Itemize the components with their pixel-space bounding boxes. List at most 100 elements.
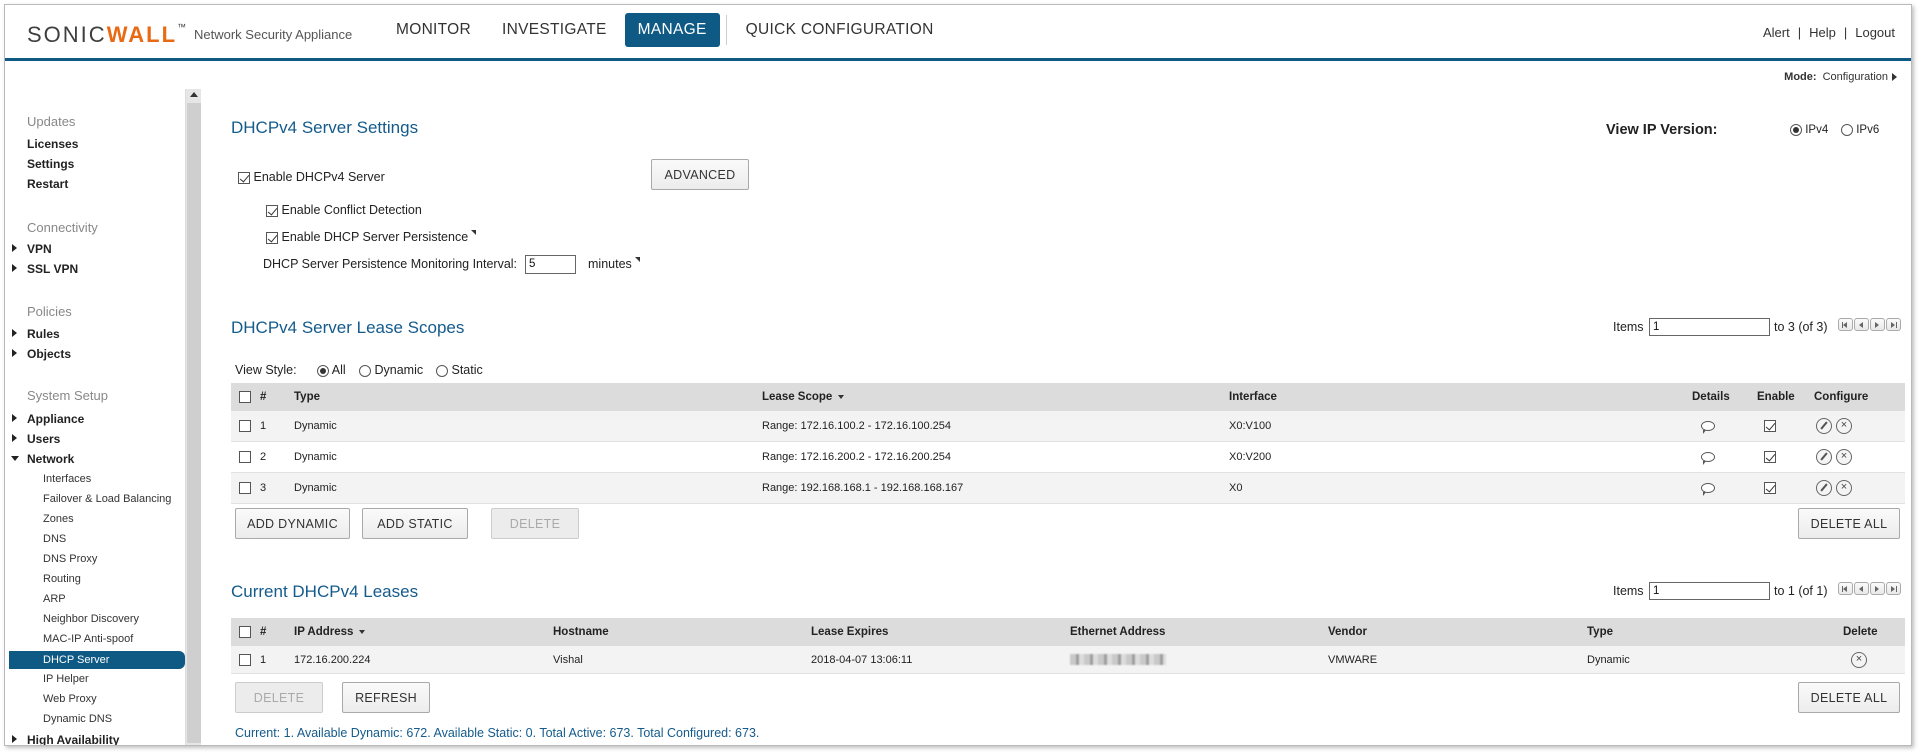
- col-vendor[interactable]: Vendor: [1328, 618, 1367, 646]
- enable-dhcpv4-checkbox[interactable]: [238, 171, 250, 184]
- advanced-button[interactable]: ADVANCED: [651, 159, 749, 190]
- persistence-interval-input[interactable]: 5: [525, 255, 576, 274]
- enable-checkbox[interactable]: [1764, 482, 1776, 494]
- expand-icon[interactable]: [12, 244, 17, 252]
- sidebar-scrollbar[interactable]: [185, 89, 201, 745]
- sidebar-item-licenses[interactable]: Licenses: [27, 137, 78, 151]
- col-type[interactable]: Type: [1587, 618, 1613, 646]
- edit-icon[interactable]: [1816, 480, 1832, 496]
- next-page-icon[interactable]: [1870, 582, 1885, 595]
- expand-icon[interactable]: [12, 735, 17, 743]
- comment-icon[interactable]: [1701, 483, 1715, 496]
- sidebar-item-high-availability[interactable]: High Availability: [27, 733, 119, 745]
- sidebar-sub-neighbor-discovery[interactable]: Neighbor Discovery: [43, 613, 139, 625]
- prev-page-icon[interactable]: [1854, 582, 1869, 595]
- sidebar-item-rules[interactable]: Rules: [27, 327, 60, 341]
- scroll-up-icon[interactable]: [190, 92, 198, 97]
- col-lease-scope[interactable]: Lease Scope: [762, 383, 845, 411]
- sidebar-sub-ip-helper[interactable]: IP Helper: [43, 673, 89, 685]
- table-row[interactable]: 1 172.16.200.224 Vishal 2018-04-07 13:06…: [231, 646, 1905, 674]
- row-checkbox[interactable]: [239, 482, 251, 494]
- select-all-checkbox[interactable]: [239, 626, 251, 638]
- radio-dynamic[interactable]: [359, 364, 371, 377]
- sidebar-item-ssl-vpn[interactable]: SSL VPN: [27, 262, 78, 276]
- radio-all[interactable]: [317, 364, 329, 377]
- row-checkbox[interactable]: [239, 653, 251, 666]
- logout-link[interactable]: Logout: [1855, 25, 1895, 40]
- view-style-static[interactable]: Static: [436, 363, 483, 377]
- view-style-all[interactable]: All: [317, 363, 346, 377]
- row-checkbox[interactable]: [239, 451, 251, 463]
- ip-version-ipv6[interactable]: IPv6: [1841, 124, 1879, 136]
- scopes-items-input[interactable]: 1: [1649, 318, 1770, 336]
- enable-persistence[interactable]: Enable DHCP Server Persistence: [266, 230, 477, 244]
- next-page-icon[interactable]: [1870, 318, 1885, 331]
- scrollbar-thumb[interactable]: [187, 103, 201, 743]
- delete-all-scopes-button[interactable]: DELETE ALL: [1798, 508, 1900, 539]
- delete-icon[interactable]: ×: [1851, 651, 1867, 668]
- nav-investigate[interactable]: INVESTIGATE: [489, 13, 620, 47]
- sidebar-sub-interfaces[interactable]: Interfaces: [43, 473, 91, 485]
- nav-manage[interactable]: MANAGE: [624, 13, 720, 47]
- refresh-button[interactable]: REFRESH: [342, 682, 430, 713]
- table-row[interactable]: 2 Dynamic Range: 172.16.200.2 - 172.16.2…: [231, 442, 1905, 473]
- sidebar-sub-dynamic-dns[interactable]: Dynamic DNS: [43, 713, 112, 725]
- nav-monitor[interactable]: MONITOR: [383, 13, 484, 47]
- sidebar-item-vpn[interactable]: VPN: [27, 242, 52, 256]
- conflict-detection-checkbox[interactable]: [266, 204, 278, 217]
- sidebar-sub-dns[interactable]: DNS: [43, 533, 66, 545]
- col-interface[interactable]: Interface: [1229, 383, 1277, 411]
- last-page-icon[interactable]: [1886, 318, 1901, 331]
- ip-version-ipv4[interactable]: IPv4: [1790, 124, 1828, 136]
- prev-page-icon[interactable]: [1854, 318, 1869, 331]
- expand-icon[interactable]: [12, 349, 17, 357]
- col-hostname[interactable]: Hostname: [553, 618, 609, 646]
- enable-dhcpv4-server[interactable]: Enable DHCPv4 Server: [238, 170, 385, 184]
- alert-link[interactable]: Alert: [1763, 25, 1790, 40]
- collapse-icon[interactable]: [11, 456, 19, 461]
- last-page-icon[interactable]: [1886, 582, 1901, 595]
- view-style-dynamic[interactable]: Dynamic: [359, 363, 423, 377]
- select-all-checkbox[interactable]: [239, 391, 251, 403]
- add-dynamic-button[interactable]: ADD DYNAMIC: [235, 508, 350, 539]
- edit-icon[interactable]: [1816, 418, 1832, 434]
- delete-icon[interactable]: ×: [1836, 480, 1852, 496]
- mode-indicator[interactable]: Mode: Configuration: [1784, 71, 1897, 83]
- sidebar-item-network[interactable]: Network: [27, 452, 74, 466]
- radio-static[interactable]: [436, 364, 448, 377]
- table-row[interactable]: 3 Dynamic Range: 192.168.168.1 - 192.168…: [231, 473, 1905, 504]
- sidebar-item-settings[interactable]: Settings: [27, 157, 74, 171]
- expand-icon[interactable]: [12, 434, 17, 442]
- delete-all-leases-button[interactable]: DELETE ALL: [1798, 682, 1900, 713]
- edit-icon[interactable]: [1816, 449, 1832, 465]
- sidebar-item-users[interactable]: Users: [27, 432, 60, 446]
- radio-ipv4[interactable]: [1790, 124, 1802, 136]
- add-static-button[interactable]: ADD STATIC: [362, 508, 468, 539]
- sidebar-sub-mac-ip-anti-spoof[interactable]: MAC-IP Anti-spoof: [43, 633, 133, 645]
- comment-icon[interactable]: [1701, 452, 1715, 465]
- delete-scope-button[interactable]: DELETE: [491, 508, 579, 539]
- delete-icon[interactable]: ×: [1836, 449, 1852, 465]
- delete-lease-button[interactable]: DELETE: [235, 682, 323, 713]
- sidebar-item-restart[interactable]: Restart: [27, 177, 68, 191]
- sidebar-sub-failover[interactable]: Failover & Load Balancing: [43, 493, 171, 505]
- help-link[interactable]: Help: [1809, 25, 1836, 40]
- radio-ipv6[interactable]: [1841, 124, 1853, 136]
- row-checkbox[interactable]: [239, 420, 251, 432]
- sidebar-sub-zones[interactable]: Zones: [43, 513, 74, 525]
- enable-conflict-detection[interactable]: Enable Conflict Detection: [266, 203, 422, 217]
- first-page-icon[interactable]: [1838, 582, 1853, 595]
- sidebar-sub-arp[interactable]: ARP: [43, 593, 66, 605]
- col-type[interactable]: Type: [294, 383, 320, 411]
- table-row[interactable]: 1 Dynamic Range: 172.16.100.2 - 172.16.1…: [231, 411, 1905, 442]
- comment-icon[interactable]: [1701, 421, 1715, 434]
- expand-icon[interactable]: [12, 414, 17, 422]
- col-lease-expires[interactable]: Lease Expires: [811, 618, 888, 646]
- sidebar-sub-dhcp-server[interactable]: DHCP Server: [9, 651, 185, 669]
- nav-quick-configuration[interactable]: QUICK CONFIGURATION: [733, 13, 947, 47]
- col-ethernet-address[interactable]: Ethernet Address: [1070, 618, 1165, 646]
- sidebar-sub-dns-proxy[interactable]: DNS Proxy: [43, 553, 97, 565]
- enable-checkbox[interactable]: [1764, 451, 1776, 463]
- expand-icon[interactable]: [12, 329, 17, 337]
- enable-checkbox[interactable]: [1764, 420, 1776, 432]
